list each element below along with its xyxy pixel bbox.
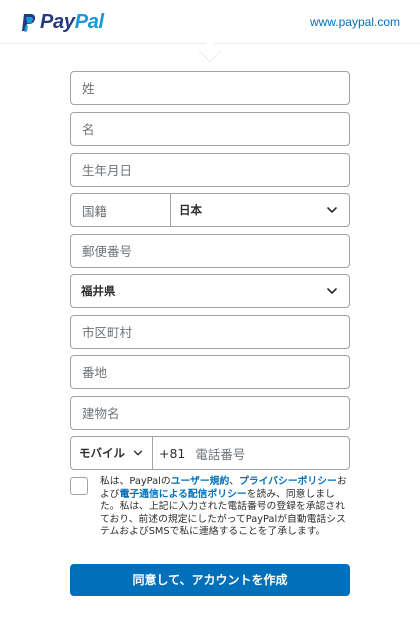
- postal-code-input[interactable]: [71, 235, 349, 267]
- first-name-input[interactable]: [71, 113, 349, 145]
- chevron-down-icon: [133, 450, 143, 456]
- phone-field[interactable]: モバイル +81 電話番号: [70, 436, 350, 470]
- last-name-input[interactable]: [71, 72, 349, 104]
- building-input[interactable]: [71, 397, 349, 429]
- header: PayPal www.paypal.com: [0, 0, 420, 44]
- paypal-logo-icon: [22, 13, 36, 32]
- privacy-policy-link[interactable]: プライバシーポリシー: [239, 476, 337, 487]
- nationality-select[interactable]: 日本: [171, 194, 349, 226]
- city-input[interactable]: [71, 316, 349, 348]
- city-field[interactable]: [70, 315, 350, 349]
- paypal-wordmark: PayPal: [40, 11, 104, 34]
- nationality-field[interactable]: 国籍 日本: [70, 193, 350, 227]
- consent-text-2: 、: [229, 476, 240, 487]
- phone-type-value: モバイル: [79, 446, 125, 460]
- logo-text-pay: Pay: [40, 11, 75, 33]
- postal-code-field[interactable]: [70, 234, 350, 268]
- nationality-value: 日本: [179, 203, 202, 217]
- birthdate-input[interactable]: [71, 154, 349, 186]
- paypal-site-link[interactable]: www.paypal.com: [310, 15, 400, 29]
- agree-create-account-button[interactable]: 同意して、アカウントを作成: [70, 564, 350, 596]
- phone-number-input[interactable]: 電話番号: [185, 437, 349, 469]
- first-name-field[interactable]: [70, 112, 350, 146]
- phone-type-select[interactable]: モバイル: [71, 437, 153, 469]
- logo-text-pal: Pal: [74, 11, 104, 33]
- user-agreement-link[interactable]: ユーザー規約: [171, 476, 230, 487]
- phone-country-code: +81: [159, 445, 186, 461]
- address-field[interactable]: [70, 355, 350, 389]
- last-name-field[interactable]: [70, 71, 350, 105]
- consent-section: 私は、PayPalのユーザー規約、プライバシーポリシーおよび電子通信による配信ポ…: [70, 476, 350, 539]
- consent-text-1: 私は、PayPalの: [100, 476, 171, 487]
- prefecture-select[interactable]: 福井県: [70, 274, 350, 308]
- paypal-logo[interactable]: PayPal: [20, 11, 104, 34]
- birthdate-field[interactable]: [70, 153, 350, 187]
- nationality-label: 国籍: [71, 194, 171, 226]
- ecomm-policy-link[interactable]: 電子通信による配信ポリシー: [120, 489, 247, 500]
- consent-checkbox[interactable]: [70, 477, 88, 495]
- address-input[interactable]: [71, 356, 349, 388]
- building-field[interactable]: [70, 396, 350, 430]
- chevron-down-icon: [327, 288, 337, 294]
- consent-text: 私は、PayPalのユーザー規約、プライバシーポリシーおよび電子通信による配信ポ…: [100, 476, 350, 539]
- chevron-down-icon: [327, 207, 337, 213]
- prefecture-value: 福井県: [81, 284, 116, 298]
